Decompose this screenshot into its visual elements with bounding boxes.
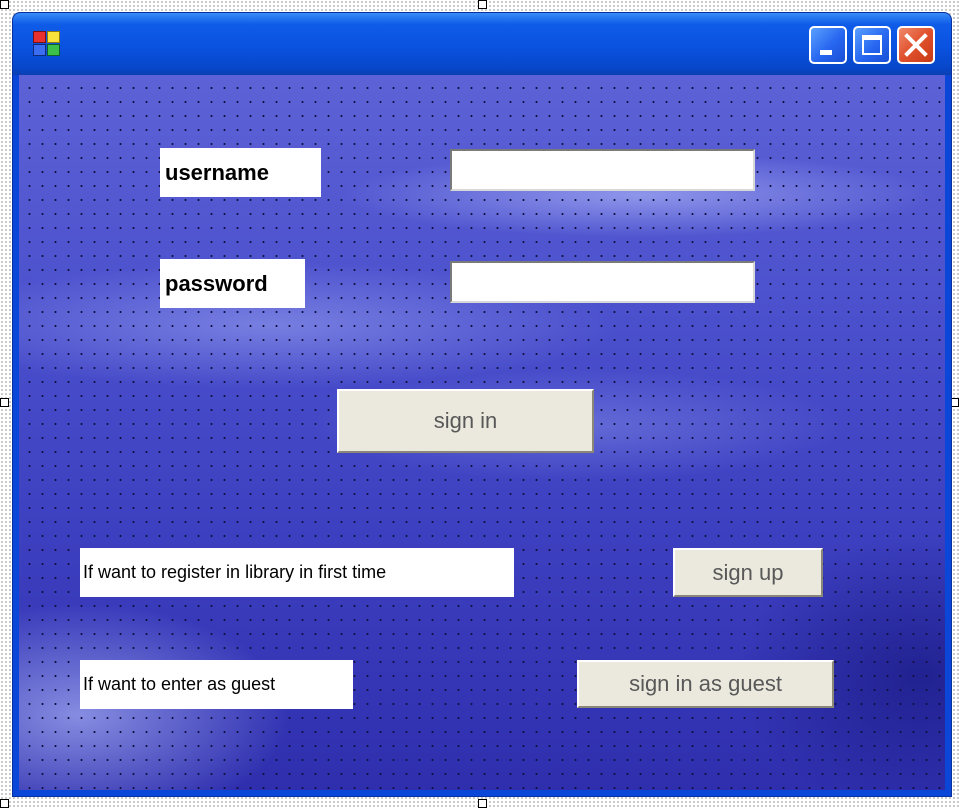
- guest-prompt-label: If want to enter as guest: [80, 660, 353, 709]
- maximize-icon: [862, 35, 882, 55]
- password-label: password: [160, 259, 305, 308]
- resize-handle-top[interactable]: [478, 0, 487, 9]
- maximize-button[interactable]: [853, 26, 891, 64]
- sign-up-button[interactable]: sign up: [673, 548, 823, 597]
- resize-handle-bottom-left[interactable]: [0, 799, 9, 808]
- sign-in-as-guest-button[interactable]: sign in as guest: [577, 660, 834, 708]
- username-input[interactable]: [450, 149, 755, 191]
- username-label: username: [160, 148, 321, 197]
- close-icon: [904, 33, 928, 57]
- resize-handle-bottom[interactable]: [478, 799, 487, 808]
- close-button[interactable]: [897, 26, 935, 64]
- app-icon[interactable]: [33, 31, 61, 57]
- form-client-area: username password sign in If want to reg…: [19, 75, 945, 790]
- resize-handle-left[interactable]: [0, 398, 9, 407]
- register-prompt-label: If want to register in library in first …: [80, 548, 514, 597]
- minimize-icon: [820, 50, 832, 55]
- resize-handle-top-left[interactable]: [0, 0, 9, 9]
- login-form-window: username password sign in If want to reg…: [12, 12, 952, 797]
- sign-in-button[interactable]: sign in: [337, 389, 594, 453]
- password-input[interactable]: [450, 261, 755, 303]
- minimize-button[interactable]: [809, 26, 847, 64]
- title-bar[interactable]: [13, 13, 951, 75]
